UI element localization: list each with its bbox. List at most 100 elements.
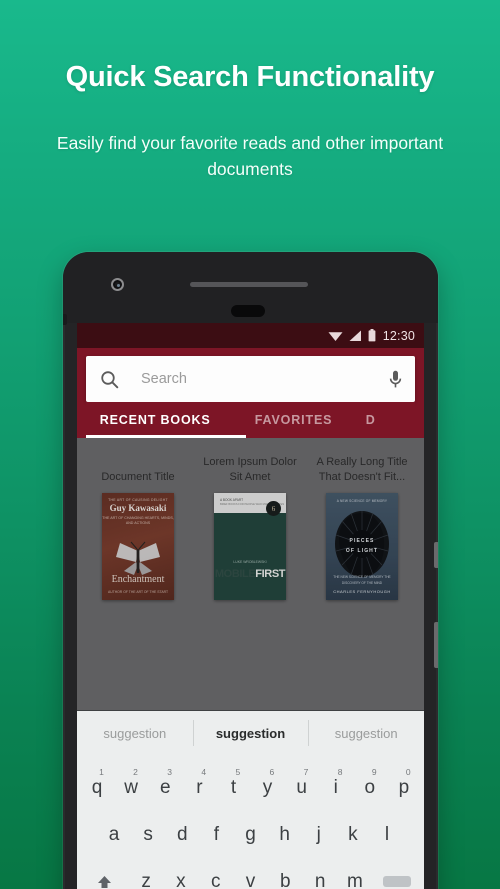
key-d[interactable]: d [165,811,199,858]
key-u-number: 7 [303,767,309,777]
key-t-number: 5 [235,767,241,777]
keyboard-row-2: a s d f g h j k l [80,811,421,858]
key-y[interactable]: 6y [251,764,285,811]
book-title: Document Title [101,471,175,483]
key-p-number: 0 [405,767,411,777]
book-cover-number-badge: 6 [266,501,281,516]
key-r-label: r [196,776,203,798]
tab-favorites-label: FAVORITES [254,413,333,427]
book-cover-author: Guy Kawasaki [109,503,167,513]
key-e-number: 3 [167,767,172,777]
book-cover-subtitle: THE ART OF CHANGING HEARTS, MINDS, AND A… [102,516,174,526]
app-bar: Search RECENT BOOKS FAVORITES D [77,348,424,438]
tab-bar: RECENT BOOKS FAVORITES D [86,402,415,438]
search-bar[interactable]: Search [86,356,415,402]
tab-favorites[interactable]: FAVORITES [224,402,362,438]
tab-documents[interactable]: D [363,402,415,438]
phone-left-button[interactable] [63,314,67,325]
book-cover-pieces-of-light: A NEW SCIENCE OF MEMORY PIECES OF LIGHT … [326,493,398,600]
backspace-key[interactable] [372,858,421,889]
search-icon[interactable] [100,370,119,389]
key-u-label: u [296,776,307,798]
book-cover-title-line-2: OF LIGHT [345,547,379,554]
phone-mockup: 12:30 Search RECENT BOOKS FAVORITES D Do… [63,252,438,889]
book-card[interactable]: Document Title THE ART OF CAUSING DELIGH… [89,455,187,600]
key-z[interactable]: z [129,858,164,889]
key-i-label: i [333,776,338,798]
suggestion-item-3[interactable]: suggestion [308,711,424,755]
key-o[interactable]: 9o [353,764,387,811]
book-cover-footer: THE NEW SCIENCE OF MEMORY THE DISCOVERY … [333,575,391,585]
book-cover-title-part-1: MOBILE [214,568,256,580]
key-g[interactable]: g [233,811,267,858]
search-input[interactable]: Search [141,371,389,387]
book-cover-title-line-1: PIECES [349,538,375,544]
proximity-sensor-icon [231,305,265,317]
phone-screen: 12:30 Search RECENT BOOKS FAVORITES D Do… [77,323,424,889]
key-y-number: 6 [269,767,275,777]
key-f[interactable]: f [199,811,233,858]
key-s[interactable]: s [131,811,165,858]
book-cover-footer: AUTHOR OF THE ART OF THE START [107,589,169,594]
key-l[interactable]: l [370,811,404,858]
book-cover-author: LUKE WROBLEWSKI [233,560,267,564]
cell-signal-icon [349,330,361,341]
key-i[interactable]: 8i [319,764,353,811]
key-c[interactable]: c [198,858,233,889]
battery-icon [368,329,376,342]
status-bar: 12:30 [77,323,424,348]
key-b[interactable]: b [268,858,303,889]
key-a[interactable]: a [97,811,131,858]
key-w-number: 2 [133,767,138,777]
tab-recent-books[interactable]: RECENT BOOKS [86,402,224,438]
shift-key[interactable] [80,858,129,889]
content-area-dimmed: Document Title THE ART OF CAUSING DELIGH… [77,438,424,710]
key-m[interactable]: m [338,858,373,889]
key-p-label: p [398,776,410,798]
key-w[interactable]: 2w [114,764,148,811]
phone-volume-button[interactable] [434,622,438,668]
key-q-number: 1 [99,767,104,777]
book-cover-title: PIECES OF LIGHT [326,537,398,556]
key-e-label: e [159,776,171,798]
key-r-number: 4 [201,767,207,777]
front-camera-icon [111,278,124,291]
key-i-number: 8 [337,767,343,777]
book-cover-title: MOBILEFIRST [214,568,286,580]
key-x[interactable]: x [164,858,199,889]
key-w-label: w [124,776,139,798]
book-cover-author: CHARLES FERNYHOUGH [333,589,391,594]
key-h[interactable]: h [268,811,302,858]
book-shelf: Document Title THE ART OF CAUSING DELIGH… [77,438,424,600]
key-o-number: 9 [371,767,377,777]
camera-lens-dot [116,283,120,287]
suggestion-bar: suggestion suggestion suggestion [77,710,424,755]
book-cover-mobile-first: A BOOK APART BRIEF BOOKS FOR PEOPLE WHO … [214,493,286,600]
key-k[interactable]: k [336,811,370,858]
promo-header: Quick Search Functionality Easily find y… [0,0,500,183]
key-n[interactable]: n [303,858,338,889]
key-e[interactable]: 3e [148,764,182,811]
keyboard-row-3: z x c v b n m [80,858,421,889]
tab-recent-books-label: RECENT BOOKS [99,413,211,427]
book-cover-title-part-2: FIRST [255,568,286,580]
microphone-icon[interactable] [389,370,402,389]
key-q-label: q [91,776,103,798]
shift-icon [97,875,111,888]
key-v[interactable]: v [233,858,268,889]
tab-documents-label: D [365,413,376,427]
key-r[interactable]: 4r [182,764,216,811]
phone-power-button[interactable] [434,542,438,568]
key-t[interactable]: 5t [216,764,250,811]
key-u[interactable]: 7u [285,764,319,811]
key-q[interactable]: 1q [80,764,114,811]
book-card[interactable]: A Really Long Title That Doesn't Fit... … [313,455,411,600]
book-card[interactable]: Lorem Ipsum Dolor Sit Amet A BOOK APART … [201,455,299,600]
book-cover-title: Enchantment [111,574,165,585]
suggestion-item-1[interactable]: suggestion [77,711,193,755]
key-j[interactable]: j [302,811,336,858]
key-o-label: o [364,776,376,798]
book-title: Lorem Ipsum Dolor Sit Amet [203,456,297,483]
key-p[interactable]: 0p [387,764,421,811]
suggestion-item-2[interactable]: suggestion [192,711,309,755]
